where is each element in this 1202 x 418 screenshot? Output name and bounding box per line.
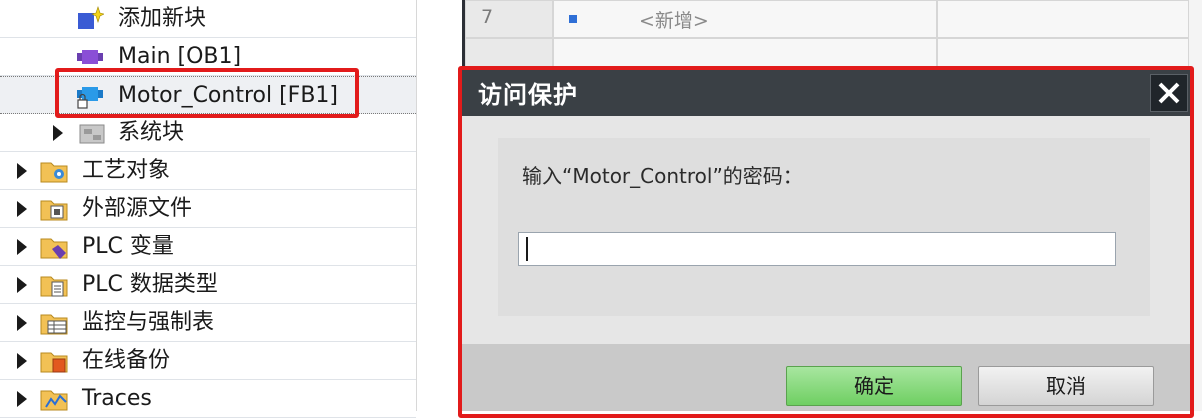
tree-item-label: Traces <box>82 386 152 411</box>
ok-button[interactable]: 确定 <box>786 366 962 406</box>
plc-tags-folder-icon <box>40 238 68 259</box>
data-type-cell[interactable] <box>937 38 1189 70</box>
tree-item-label: 系统块 <box>118 120 185 145</box>
row-type-marker-icon <box>569 15 577 23</box>
expand-arrow-icon[interactable] <box>17 391 27 407</box>
technology-objects-folder-icon <box>40 162 68 183</box>
watch-tables-folder-icon <box>40 314 68 335</box>
tree-item-add-new-block[interactable]: 添加新块 <box>0 0 416 38</box>
add-block-icon <box>78 6 104 29</box>
dialog-title: 访问保护 <box>478 81 578 109</box>
name-cell[interactable] <box>553 0 937 38</box>
expand-arrow-icon[interactable] <box>17 239 27 255</box>
highlight-box <box>55 68 359 118</box>
expand-arrow-icon[interactable] <box>17 201 27 217</box>
tree-item-plc-data-types[interactable]: PLC 数据类型 <box>0 266 416 304</box>
row-number: 7 <box>481 6 494 28</box>
tree-item-label: 监控与强制表 <box>82 310 215 335</box>
plc-data-types-folder-icon <box>40 276 68 297</box>
expand-arrow-icon[interactable] <box>53 125 63 141</box>
tree-item-label: 外部源文件 <box>82 196 193 221</box>
tree-item-technology-objects[interactable]: 工艺对象 <box>0 152 416 190</box>
tree-item-external-source-files[interactable]: 外部源文件 <box>0 190 416 228</box>
tree-item-system-blocks[interactable]: 系统块 <box>0 114 416 152</box>
text-caret <box>526 237 528 261</box>
expand-arrow-icon[interactable] <box>17 315 27 331</box>
password-input[interactable] <box>518 232 1116 266</box>
close-icon <box>1158 82 1180 104</box>
row-number-cell <box>465 0 553 38</box>
external-source-folder-icon <box>40 200 68 221</box>
tree-item-online-backups[interactable]: 在线备份 <box>0 342 416 380</box>
tree-item-traces[interactable]: Traces <box>0 380 416 418</box>
row-number-cell <box>465 38 553 70</box>
expand-arrow-icon[interactable] <box>17 277 27 293</box>
tree-item-label: PLC 变量 <box>82 234 174 259</box>
expand-arrow-icon[interactable] <box>17 353 27 369</box>
tree-item-label: Main [OB1] <box>118 44 242 69</box>
system-blocks-icon <box>79 124 105 144</box>
access-protection-dialog: 访问保护 输入“Motor_Control”的密码： 确定 取消 <box>462 70 1192 411</box>
password-panel: 输入“Motor_Control”的密码： <box>498 138 1150 316</box>
password-prompt: 输入“Motor_Control”的密码： <box>522 164 803 188</box>
online-backups-folder-icon <box>40 352 68 373</box>
tree-item-watch-force-tables[interactable]: 监控与强制表 <box>0 304 416 342</box>
traces-folder-icon <box>40 390 68 411</box>
add-new-row-placeholder[interactable]: <新增> <box>639 6 709 33</box>
name-cell[interactable] <box>553 38 937 70</box>
tree-item-label: 添加新块 <box>118 6 207 31</box>
tree-item-plc-tags[interactable]: PLC 变量 <box>0 228 416 266</box>
dialog-content: 输入“Motor_Control”的密码： <box>462 116 1192 344</box>
tree-item-label: 工艺对象 <box>82 158 171 183</box>
tree-item-label: PLC 数据类型 <box>82 272 218 297</box>
cancel-button[interactable]: 取消 <box>978 366 1154 406</box>
dialog-footer: 确定 取消 <box>462 344 1192 411</box>
ob-block-icon <box>77 50 103 64</box>
close-button[interactable] <box>1150 74 1188 112</box>
tree-item-label: 在线备份 <box>82 348 171 373</box>
dialog-titlebar[interactable]: 访问保护 <box>462 70 1192 116</box>
project-tree: 添加新块 Main [OB1] Motor_Control [FB1] 系统块 <box>0 0 417 418</box>
data-type-cell[interactable] <box>937 0 1189 38</box>
expand-arrow-icon[interactable] <box>17 163 27 179</box>
